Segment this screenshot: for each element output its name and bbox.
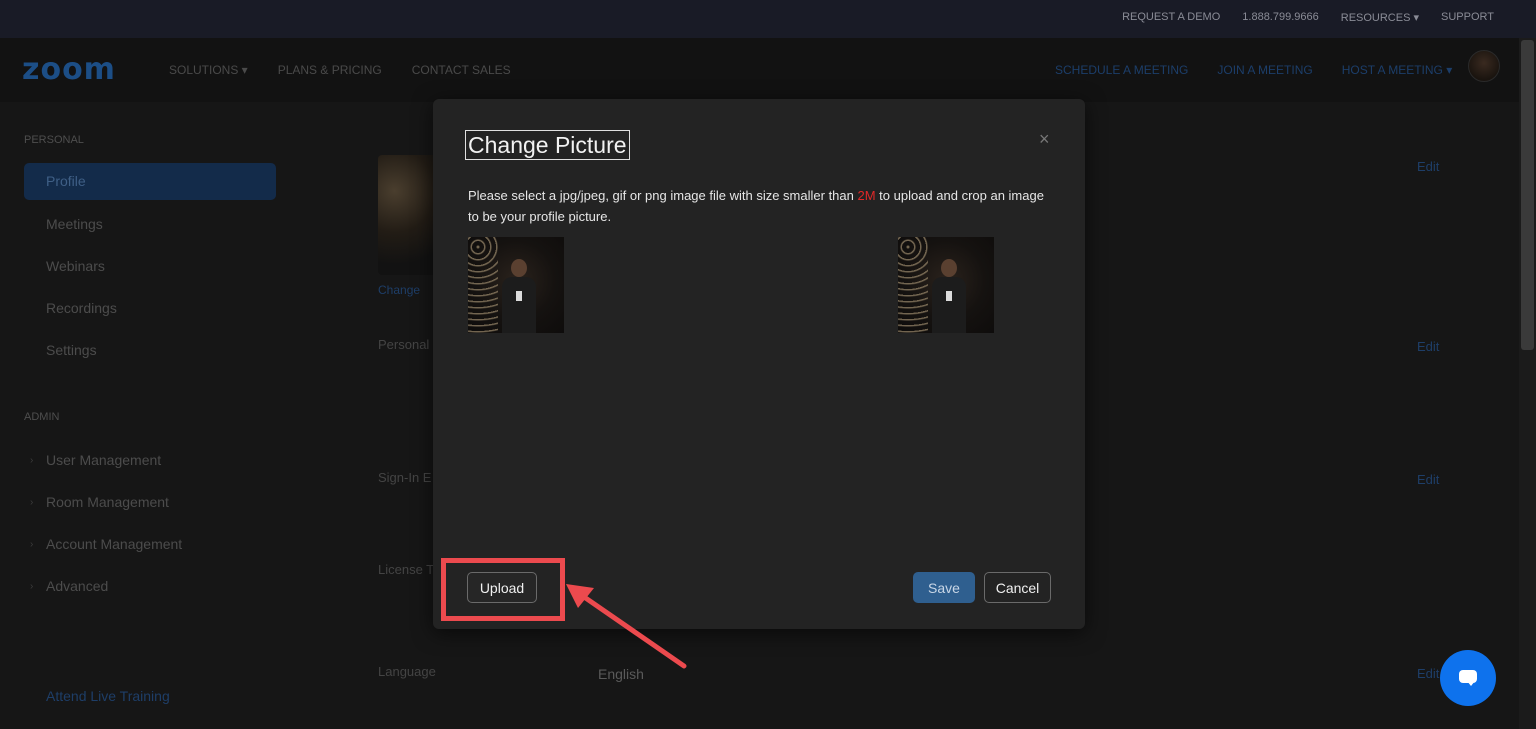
crop-preview-image — [898, 237, 994, 333]
sidebar-item-account-management[interactable]: Account Management — [46, 536, 182, 552]
license-type-label: License T — [378, 562, 435, 577]
description-text: Please select a jpg/jpeg, gif or png ima… — [468, 188, 858, 203]
personal-heading: PERSONAL — [24, 134, 84, 146]
edit-link[interactable]: Edit — [1417, 472, 1439, 487]
utility-links: REQUEST A DEMO 1.888.799.9666 RESOURCES … — [1122, 11, 1494, 24]
user-avatar[interactable] — [1468, 50, 1500, 82]
request-demo-link[interactable]: REQUEST A DEMO — [1122, 11, 1220, 24]
nav-right-links: SCHEDULE A MEETING JOIN A MEETING HOST A… — [1055, 63, 1452, 77]
top-utility-bar: REQUEST A DEMO 1.888.799.9666 RESOURCES … — [0, 0, 1536, 38]
solutions-dropdown[interactable]: SOLUTIONS ▾ — [169, 63, 248, 77]
change-photo-link[interactable]: Change — [378, 283, 420, 297]
sidebar-item-recordings[interactable]: Recordings — [46, 300, 117, 316]
sidebar: PERSONAL Profile Meetings Webinars Recor… — [0, 102, 300, 729]
resources-dropdown[interactable]: RESOURCES ▾ — [1341, 11, 1419, 24]
sidebar-item-settings[interactable]: Settings — [46, 342, 97, 358]
personal-label: Personal — [378, 337, 430, 352]
sidebar-item-webinars[interactable]: Webinars — [46, 258, 105, 274]
sidebar-item-room-management[interactable]: Room Management — [46, 494, 169, 510]
change-picture-dialog: Change Picture × Please select a jpg/jpe… — [433, 99, 1085, 629]
annotation-highlight-box — [441, 558, 565, 621]
phone-number-link[interactable]: 1.888.799.9666 — [1242, 11, 1318, 24]
size-limit-text: 2M — [857, 188, 876, 203]
chevron-right-icon: › — [30, 455, 34, 466]
person-figure — [932, 259, 966, 333]
support-link[interactable]: SUPPORT — [1441, 11, 1494, 24]
contact-sales-link[interactable]: CONTACT SALES — [412, 63, 511, 77]
chevron-right-icon: › — [30, 539, 34, 550]
attend-live-training-link[interactable]: Attend Live Training — [46, 688, 170, 704]
admin-heading: ADMIN — [24, 411, 60, 423]
edit-link[interactable]: Edit — [1417, 666, 1439, 681]
schedule-meeting-link[interactable]: SCHEDULE A MEETING — [1055, 63, 1188, 77]
save-button[interactable]: Save — [913, 572, 975, 603]
sidebar-item-label: Profile — [46, 173, 86, 189]
main-nav: zoom SOLUTIONS ▾ PLANS & PRICING CONTACT… — [0, 38, 1536, 102]
edit-link[interactable]: Edit — [1417, 159, 1439, 174]
join-meeting-link[interactable]: JOIN A MEETING — [1217, 63, 1312, 77]
person-figure — [502, 259, 536, 333]
plans-pricing-link[interactable]: PLANS & PRICING — [278, 63, 382, 77]
sidebar-item-user-management[interactable]: User Management — [46, 452, 161, 468]
chevron-right-icon: › — [30, 497, 34, 508]
chat-button[interactable] — [1440, 650, 1496, 706]
crop-source-image[interactable] — [468, 237, 564, 333]
dialog-title: Change Picture — [465, 130, 630, 160]
cancel-button[interactable]: Cancel — [984, 572, 1051, 603]
sign-in-email-label: Sign-In E — [378, 470, 432, 485]
host-meeting-dropdown[interactable]: HOST A MEETING ▾ — [1342, 63, 1453, 77]
scrollbar-thumb[interactable] — [1521, 40, 1534, 350]
sidebar-item-advanced[interactable]: Advanced — [46, 578, 108, 594]
chat-bubble-tail — [1467, 681, 1475, 686]
chevron-right-icon: › — [30, 581, 34, 592]
language-label: Language — [378, 664, 436, 679]
close-icon[interactable]: × — [1039, 129, 1050, 150]
zoom-logo[interactable]: zoom — [22, 52, 116, 87]
sidebar-item-profile[interactable]: Profile — [24, 163, 276, 200]
nav-left-links: SOLUTIONS ▾ PLANS & PRICING CONTACT SALE… — [169, 63, 511, 77]
edit-link[interactable]: Edit — [1417, 339, 1439, 354]
sidebar-item-meetings[interactable]: Meetings — [46, 216, 103, 232]
annotation-arrow-icon — [566, 584, 687, 669]
profile-photo — [378, 155, 433, 275]
dialog-description: Please select a jpg/jpeg, gif or png ima… — [468, 185, 1053, 227]
